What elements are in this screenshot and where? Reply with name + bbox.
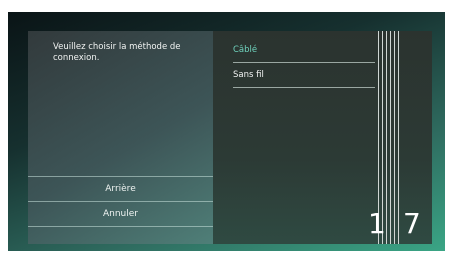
back-button[interactable]: Arrière (28, 176, 213, 201)
info-panel: Veuillez choisir la méthode de connexion… (28, 31, 213, 244)
divider-line (386, 31, 387, 244)
divider-line (390, 31, 391, 244)
option-wireless[interactable]: Sans fil (233, 63, 375, 88)
cancel-button[interactable]: Annuler (28, 201, 213, 226)
empty-button-slot (28, 226, 213, 245)
option-wired[interactable]: Câblé (233, 38, 375, 63)
options-panel: Câblé Sans fil 1 7 (213, 31, 432, 244)
connection-dialog: Veuillez choisir la méthode de connexion… (28, 31, 432, 244)
current-step-number: 1 (368, 207, 386, 240)
total-steps-number: 7 (403, 207, 421, 240)
divider-line (398, 31, 399, 244)
tv-screen: Veuillez choisir la méthode de connexion… (8, 12, 445, 251)
divider-line (394, 31, 395, 244)
prompt-text: Veuillez choisir la méthode de connexion… (53, 42, 181, 63)
